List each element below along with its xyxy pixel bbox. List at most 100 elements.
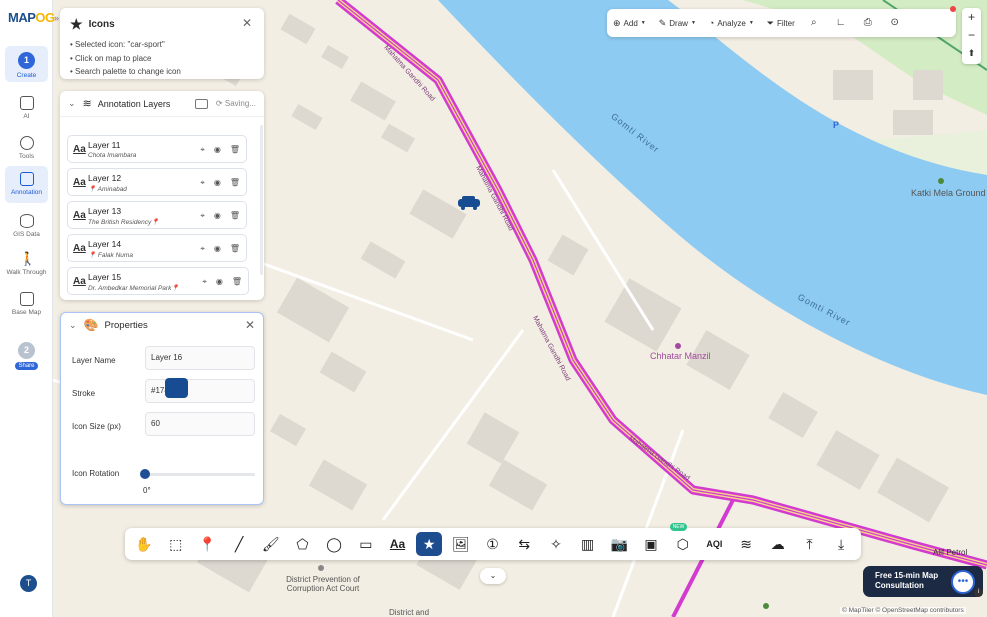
panel-title: Properties: [104, 319, 148, 331]
line-icon[interactable]: ╱: [226, 532, 252, 556]
rail-item-base-map[interactable]: Base Map: [5, 286, 48, 322]
layer-name: Layer 12: [88, 173, 122, 183]
layer-row[interactable]: Aa Layer 11 Chota Imambara ⌖ ◉ 🗑: [67, 135, 247, 163]
rectangle-icon[interactable]: ▭: [353, 532, 379, 556]
eye-icon[interactable]: ◉: [214, 145, 221, 155]
close-icon[interactable]: ✕: [242, 16, 252, 30]
freehand-shape-icon[interactable]: ✧: [543, 532, 569, 556]
circle-icon[interactable]: ◯: [321, 532, 347, 556]
icon-rotation-slider[interactable]: [145, 473, 255, 476]
properties-panel: ⌄ 🎨 Properties ✕ Layer Name Layer 16 Str…: [60, 312, 264, 505]
rail-item-share[interactable]: 2 Share: [5, 336, 48, 372]
star-icon[interactable]: ★: [416, 532, 443, 556]
upload-icon[interactable]: ⤒: [796, 532, 822, 556]
rail-item-gis-data[interactable]: GIS Data: [5, 208, 48, 244]
rail-item-label: Tools: [18, 153, 35, 160]
download-icon[interactable]: ⤓: [828, 532, 854, 556]
trash-icon[interactable]: 🗑: [230, 244, 240, 254]
stroke-color-swatch[interactable]: [165, 378, 188, 398]
database-icon: [19, 214, 34, 228]
folder-icon[interactable]: [194, 98, 208, 109]
eye-icon[interactable]: ◉: [216, 277, 223, 287]
zoom-out-button[interactable]: −: [962, 26, 981, 44]
locate-me-icon[interactable]: ⊙: [889, 17, 901, 29]
trash-icon[interactable]: 🗑: [230, 211, 240, 221]
layer-row[interactable]: Aa Layer 12 📍 Aminabad ⌖ ◉ 🗑: [67, 168, 247, 196]
rail-item-ai[interactable]: AI: [5, 90, 48, 126]
layer-row[interactable]: Aa Layer 13 The British Residency📍 ⌖ ◉ 🗑: [67, 201, 247, 229]
compass-button[interactable]: ⬆: [962, 44, 981, 62]
polygon-icon[interactable]: ⬠: [289, 532, 315, 556]
chevron-down-icon[interactable]: ⌄: [69, 320, 77, 331]
icon-rotation-label: Icon Rotation: [72, 469, 120, 478]
select-area-icon[interactable]: ⬚: [163, 532, 189, 556]
building-icon[interactable]: ▥: [575, 532, 601, 556]
slider-handle[interactable]: [140, 469, 150, 479]
eye-icon[interactable]: ◉: [214, 244, 221, 254]
layer-sub: Chota Imambara: [88, 152, 137, 159]
layer-row[interactable]: Aa Layer 15 Dr. Ambedkar Memorial Park📍 …: [67, 267, 249, 295]
locate-icon[interactable]: ⌖: [200, 178, 205, 188]
layer-sub: Dr. Ambedkar Memorial Park📍: [88, 285, 180, 292]
draw-button[interactable]: ✎ Draw ▼: [659, 18, 696, 29]
weather-icon[interactable]: ☁: [765, 532, 791, 556]
close-icon[interactable]: ✕: [245, 318, 255, 332]
chevron-down-icon[interactable]: ⌄: [68, 98, 76, 109]
eye-icon[interactable]: ◉: [214, 211, 221, 221]
aqi-icon[interactable]: AQI: [701, 532, 727, 556]
filter-button[interactable]: ⏷ Filter: [767, 18, 795, 29]
avatar[interactable]: T: [20, 575, 37, 592]
locate-icon[interactable]: ⌖: [200, 145, 205, 155]
layer-row[interactable]: Aa Layer 14 📍 Falak Numa ⌖ ◉ 🗑: [67, 234, 247, 262]
stroke-input[interactable]: #174c92: [145, 379, 255, 403]
info-icon[interactable]: i: [974, 588, 983, 597]
rail-item-annotation[interactable]: Annotation: [5, 166, 48, 203]
add-button[interactable]: ⊕ Add ▼: [613, 18, 646, 29]
locate-icon[interactable]: ⌖: [202, 277, 207, 287]
trash-icon[interactable]: 🗑: [230, 145, 240, 155]
icon-size-label: Icon Size (px): [72, 422, 121, 431]
eye-icon[interactable]: ◉: [214, 178, 221, 188]
text-icon[interactable]: Aa: [385, 532, 411, 556]
icon-size-input[interactable]: 60: [145, 412, 255, 436]
rail-item-label: Share: [15, 362, 38, 370]
locate-icon[interactable]: ⌖: [200, 244, 205, 254]
trash-icon[interactable]: 🗑: [232, 277, 242, 287]
icon-rotation-value: 0°: [143, 486, 151, 495]
camera-icon[interactable]: 📷: [606, 532, 632, 556]
stroke-label: Stroke: [72, 389, 96, 398]
analyze-button[interactable]: ◔ Analyze ▼: [709, 18, 754, 28]
search-icon[interactable]: ⌕: [808, 17, 820, 29]
scrollbar[interactable]: [260, 125, 263, 275]
photo-icon[interactable]: ▣: [638, 532, 664, 556]
gear-icon: [19, 136, 34, 150]
poi-label: Chhatar Manzil: [650, 351, 711, 361]
marker-icon[interactable]: 📍: [194, 532, 220, 556]
collapse-rail-button[interactable]: »: [54, 13, 59, 23]
measure-icon[interactable]: ∟: [835, 17, 847, 29]
number-icon[interactable]: ①: [480, 532, 506, 556]
notification-dot: [950, 6, 956, 12]
brush-icon[interactable]: 🖌: [258, 532, 284, 556]
pan-hand-icon[interactable]: ✋: [131, 532, 157, 556]
expand-toolbar-button[interactable]: ⌄: [480, 568, 506, 584]
info-line: • Selected icon: "car-sport": [70, 40, 165, 49]
text-layer-icon: Aa: [73, 276, 86, 287]
rail-item-label: Create: [16, 72, 37, 79]
rail-item-tools[interactable]: Tools: [5, 130, 48, 166]
chat-icon[interactable]: •••: [951, 570, 975, 594]
rail-item-create[interactable]: 1 Create: [5, 46, 48, 82]
rail-item-walk-through[interactable]: 🚶 Walk Through: [4, 246, 49, 282]
layer-name-input[interactable]: Layer 16: [145, 346, 255, 370]
route-icon[interactable]: ⇆: [511, 532, 537, 556]
caret-down-icon: ▼: [748, 20, 754, 26]
print-icon[interactable]: ⎙: [862, 17, 874, 29]
zoom-in-button[interactable]: +: [962, 8, 981, 26]
wind-icon[interactable]: ≋: [733, 532, 759, 556]
locate-icon[interactable]: ⌖: [200, 211, 205, 221]
trash-icon[interactable]: 🗑: [230, 178, 240, 188]
3d-box-icon[interactable]: NEW ⬡: [669, 523, 696, 556]
poi-label: Alif Petrol: [933, 548, 968, 557]
image-icon[interactable]: 🖼: [448, 532, 474, 556]
left-rail: MAPOG 1 Create AI Tools Annotation GIS D…: [0, 0, 55, 617]
